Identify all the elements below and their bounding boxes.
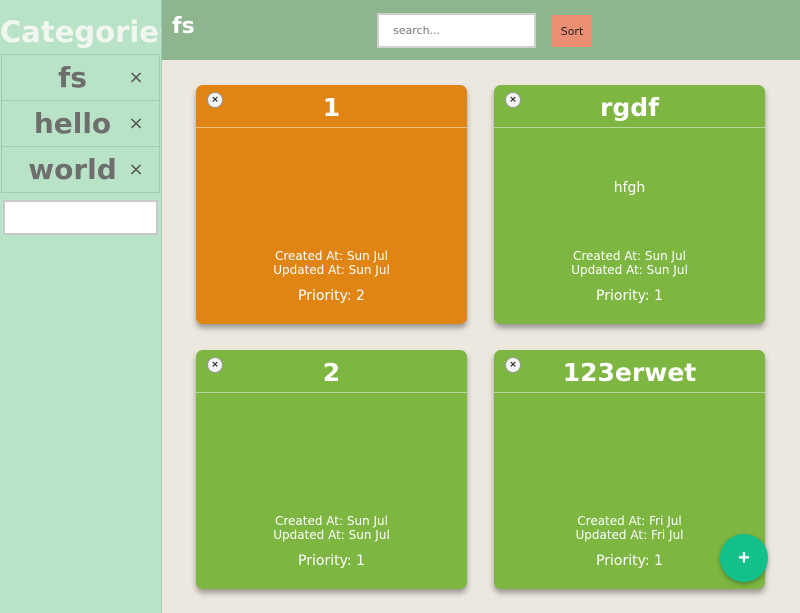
card-updated-at: Updated At: Sun Jul <box>273 263 390 277</box>
search-input[interactable] <box>377 13 536 48</box>
card-updated-at: Updated At: Fri Jul <box>575 528 684 542</box>
card-updated-at: Updated At: Sun Jul <box>273 528 390 542</box>
new-category-input[interactable] <box>3 200 158 235</box>
card-priority: Priority: 1 <box>298 553 365 569</box>
note-card[interactable]: 2 × Created At: Sun Jul Updated At: Sun … <box>196 350 467 589</box>
card-created-at: Created At: Sun Jul <box>573 249 686 263</box>
card-priority: Priority: 1 <box>596 288 663 304</box>
close-icon[interactable]: × <box>505 92 521 108</box>
sidebar-item-label: world <box>28 153 117 186</box>
card-content: hfgh <box>613 180 646 196</box>
close-icon[interactable]: × <box>121 113 151 134</box>
sidebar-item-world[interactable]: world × <box>1 147 160 193</box>
card-updated-at: Updated At: Sun Jul <box>571 263 688 277</box>
sidebar-item-fs[interactable]: fs × <box>1 55 160 101</box>
note-card[interactable]: 1 × Created At: Sun Jul Updated At: Sun … <box>196 85 467 324</box>
card-title: rgdf <box>494 85 765 128</box>
note-card[interactable]: rgdf × hfgh Created At: Sun Jul Updated … <box>494 85 765 324</box>
close-icon[interactable]: × <box>505 357 521 373</box>
close-icon[interactable]: × <box>207 357 223 373</box>
close-icon[interactable]: × <box>121 159 151 180</box>
close-icon[interactable]: × <box>207 92 223 108</box>
card-title: 2 <box>196 350 467 393</box>
sidebar-title: Categories <box>0 0 161 55</box>
card-created-at: Created At: Sun Jul <box>275 514 388 528</box>
page-title: fs <box>172 14 195 39</box>
sort-button[interactable]: Sort <box>552 15 592 47</box>
close-icon[interactable]: × <box>121 67 151 88</box>
card-title: 123erwet <box>494 350 765 393</box>
sidebar: Categories fs × hello × world × <box>0 0 162 613</box>
card-priority: Priority: 2 <box>298 288 365 304</box>
header: fs Sort <box>162 0 800 60</box>
add-note-button[interactable]: + <box>720 534 768 582</box>
sidebar-item-label: fs <box>58 61 87 94</box>
card-title: 1 <box>196 85 467 128</box>
sidebar-item-label: hello <box>33 107 112 140</box>
card-created-at: Created At: Sun Jul <box>275 249 388 263</box>
sidebar-item-hello[interactable]: hello × <box>1 101 160 147</box>
card-created-at: Created At: Fri Jul <box>577 514 682 528</box>
